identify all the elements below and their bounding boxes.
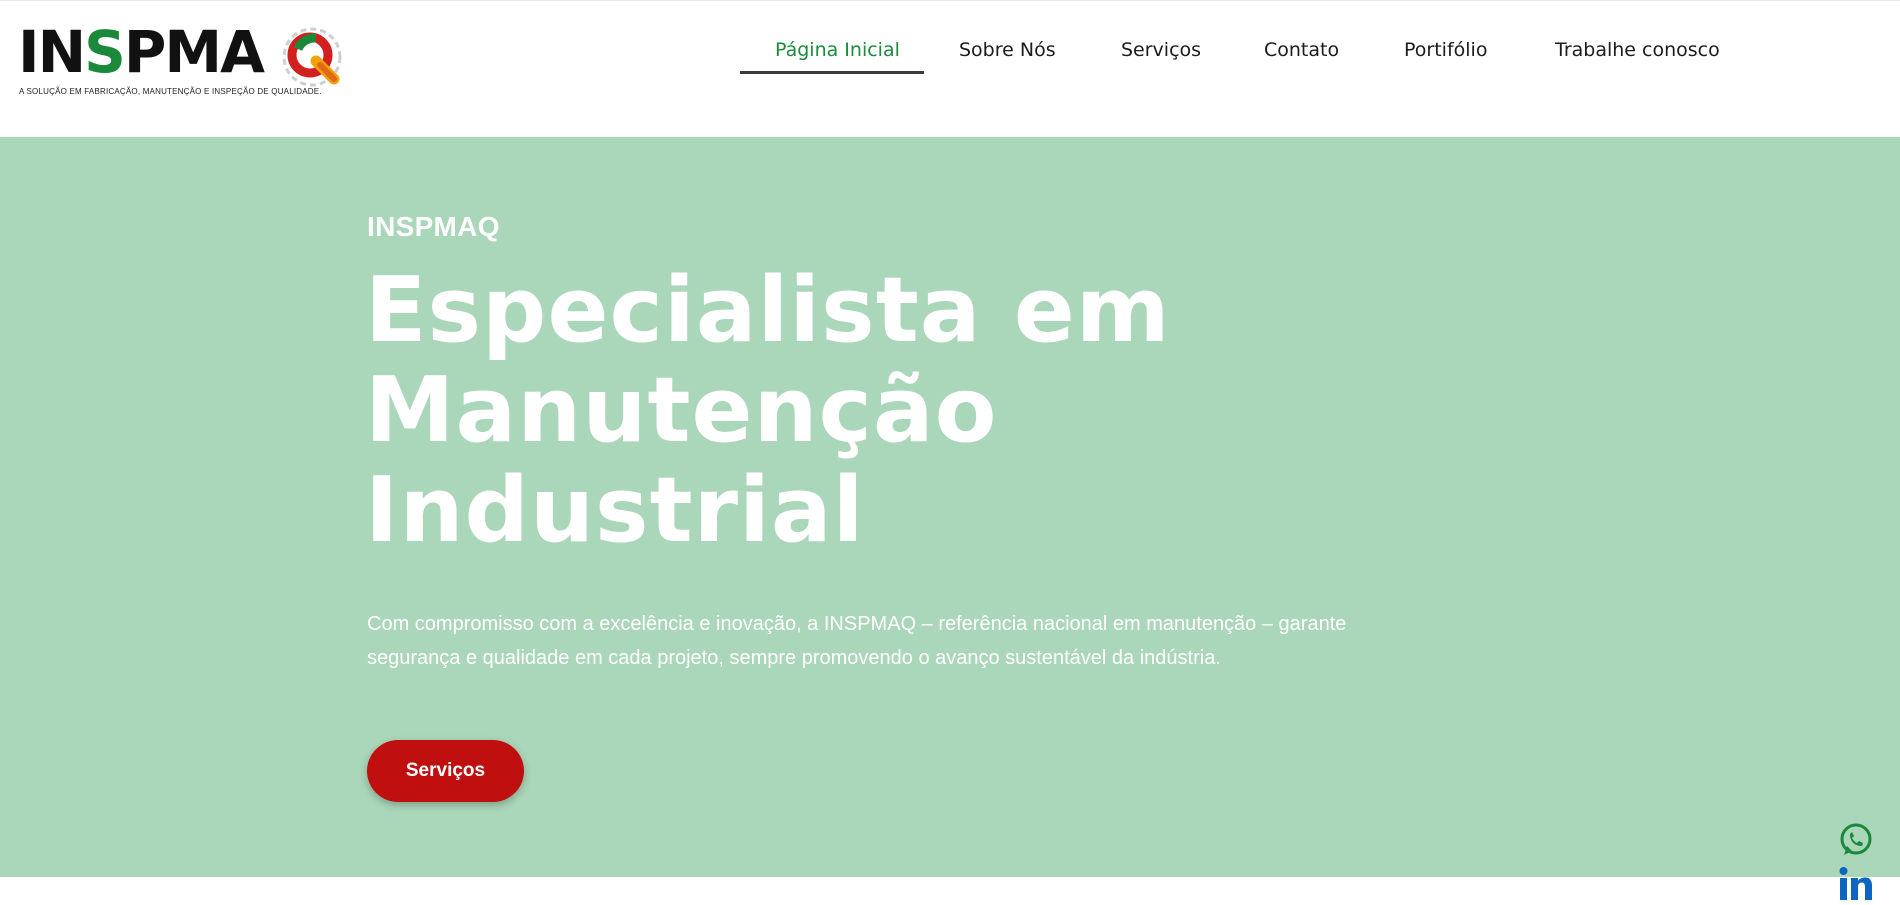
whatsapp-icon[interactable] [1838,822,1874,858]
site-header: INSPMA A solução em fabricação, manutenç… [0,1,1900,137]
hero-section: INSPMAQ Especialista em Manutenção Indus… [0,137,1900,877]
nav-contact[interactable]: Contato [1264,39,1339,61]
nav-about[interactable]: Sobre Nós [959,39,1056,61]
below-fold-area [0,877,1900,905]
hero-description: Com compromisso com a excelência e inova… [367,613,1347,669]
nav-services[interactable]: Serviços [1121,39,1201,61]
headline-line-3: Industrial [365,458,865,563]
linkedin-icon[interactable] [1838,866,1874,902]
services-button[interactable]: Serviços [367,740,524,802]
nav-portfolio[interactable]: Portifólio [1404,39,1487,61]
hero-headline: Especialista em Manutenção Industrial [365,261,1465,561]
brand-logo[interactable]: INSPMA A solução em fabricação, manutenç… [18,18,342,101]
gear-q-icon [282,27,342,87]
logo-wordmark: INSPMA [18,18,265,86]
headline-line-2: Manutenção [365,358,998,463]
nav-active-indicator [740,71,924,74]
hero-eyebrow: INSPMAQ [367,211,500,242]
nav-home[interactable]: Página Inicial [775,39,900,61]
nav-careers[interactable]: Trabalhe conosco [1555,39,1720,61]
logo-tagline: A solução em fabricação, manutenção e in… [19,87,322,96]
headline-line-1: Especialista em [365,258,1171,363]
